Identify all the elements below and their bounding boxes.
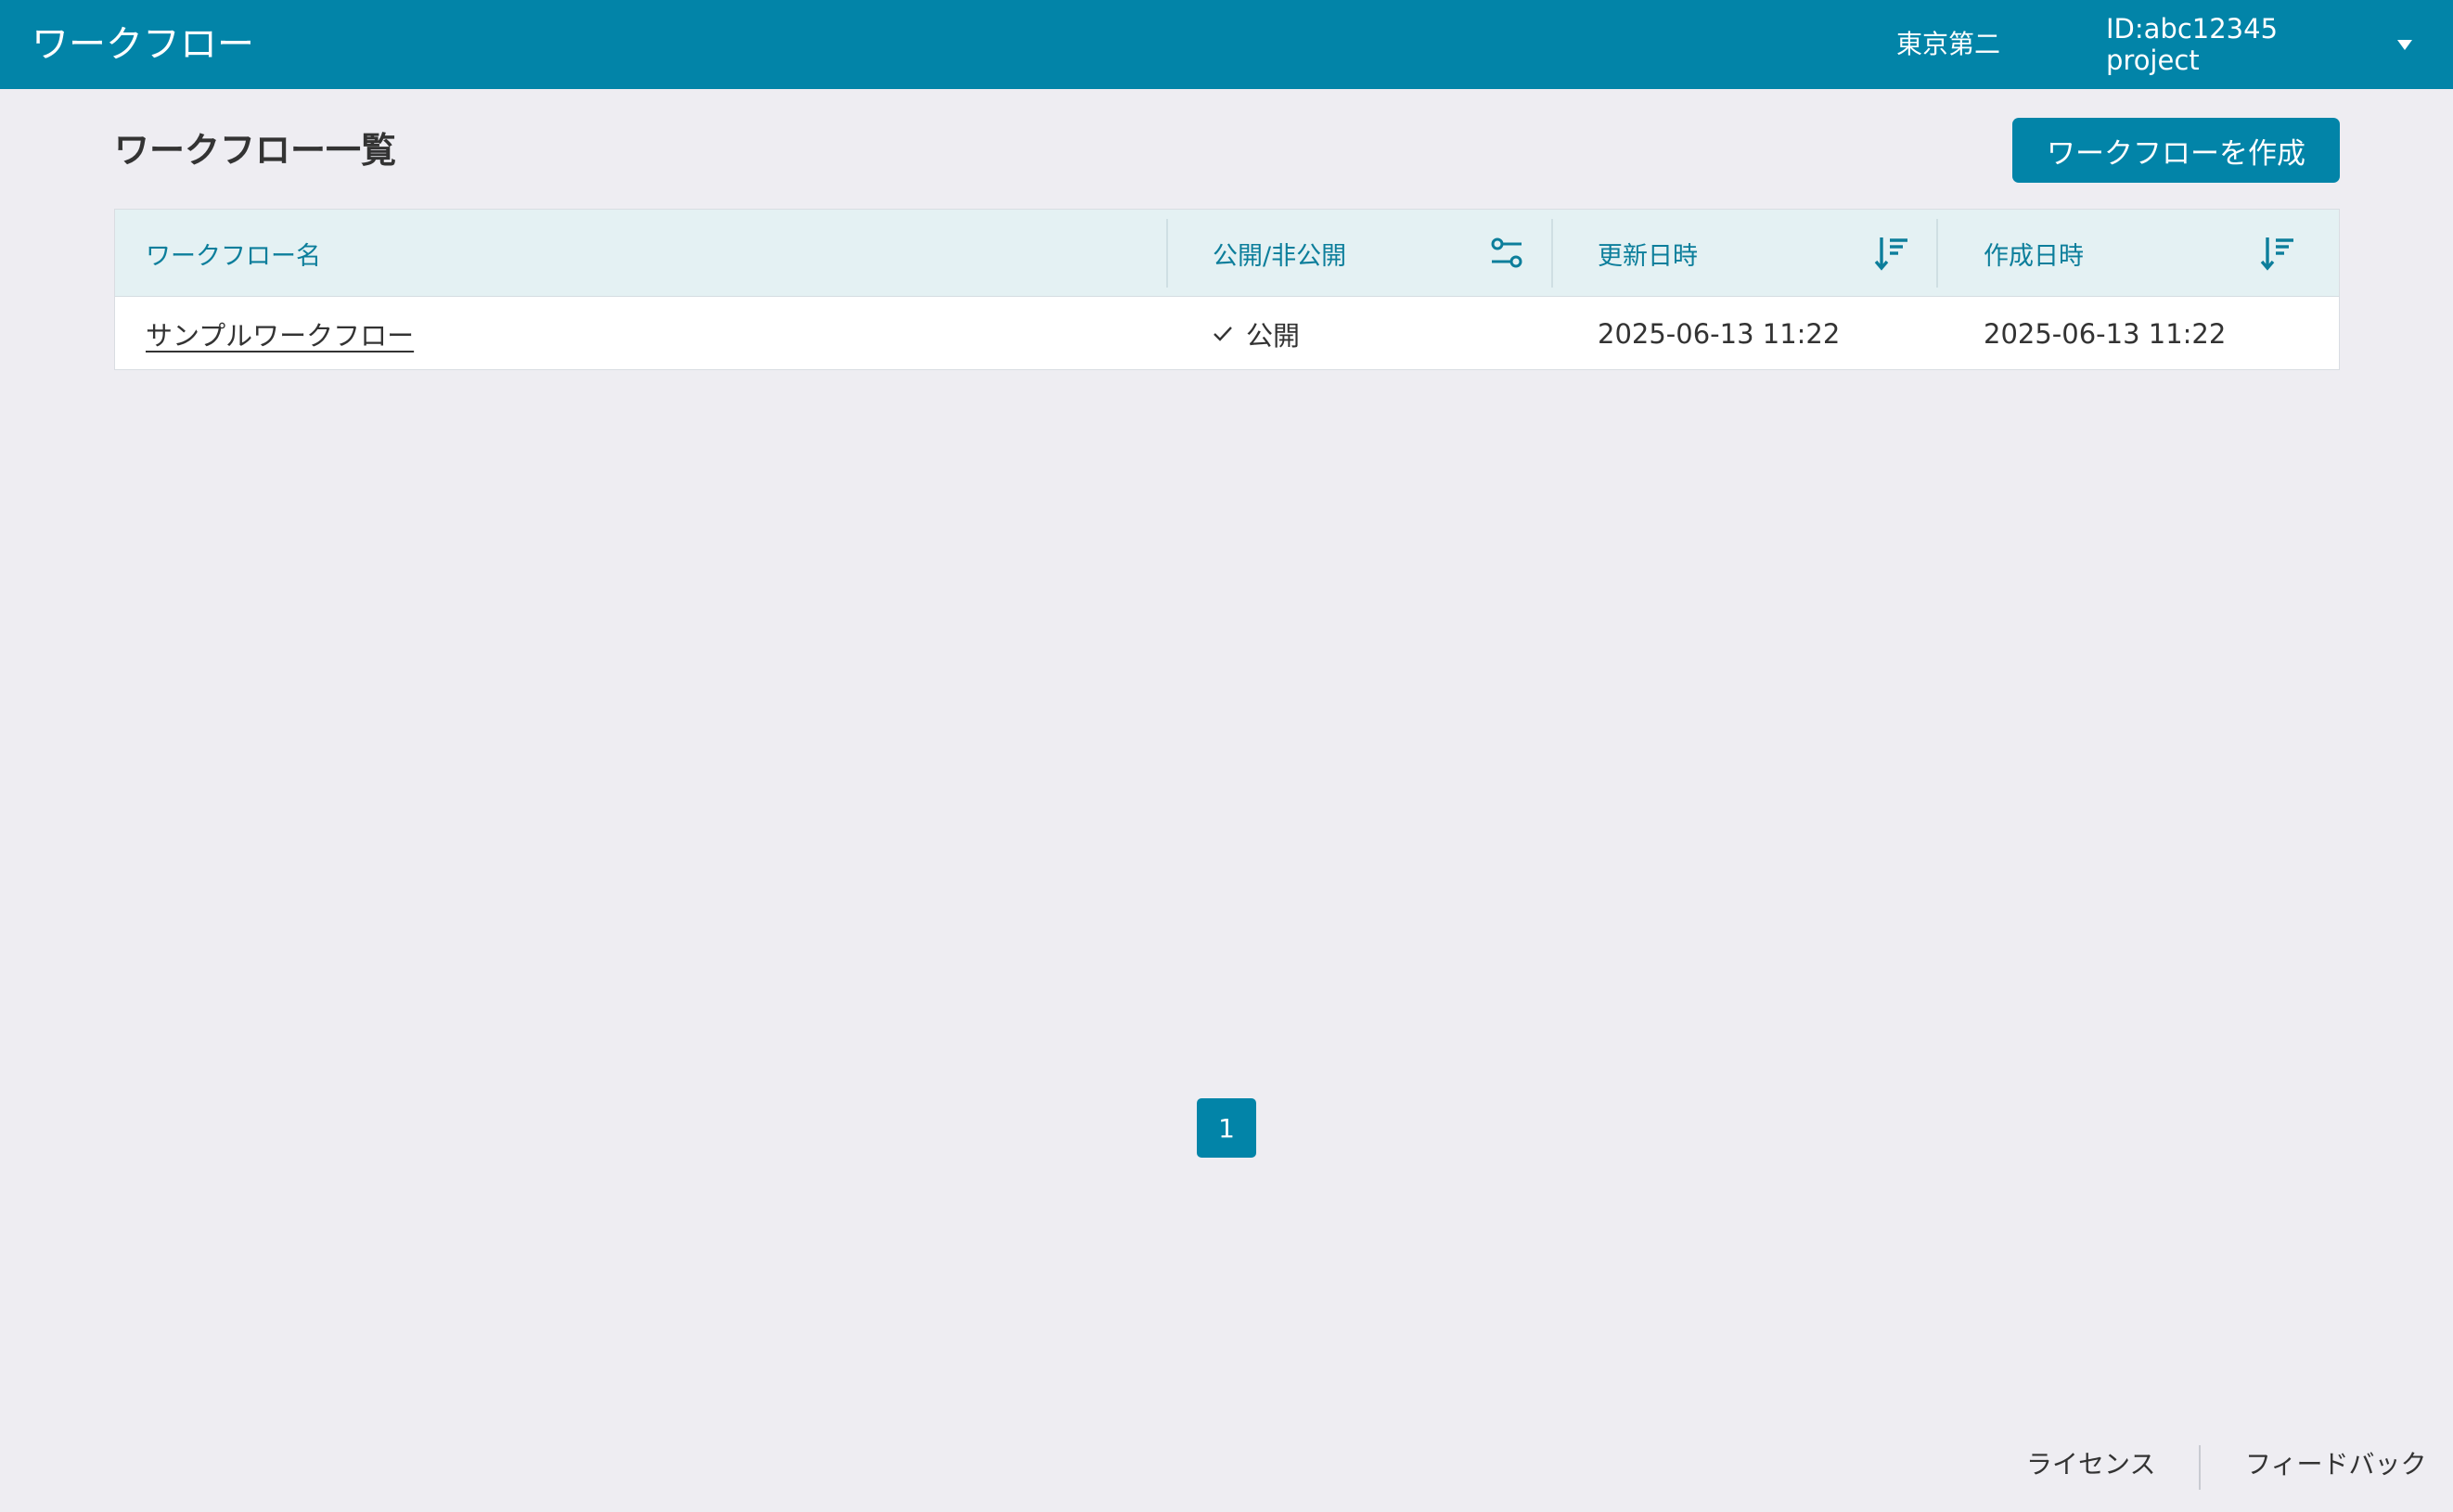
- visibility-value: 公開: [1246, 320, 1301, 352]
- column-divider: [1936, 219, 1938, 288]
- caret-down-icon: [2397, 39, 2412, 50]
- filter-icon[interactable]: [1488, 234, 1525, 273]
- feedback-link[interactable]: フィードバック: [2245, 1442, 2426, 1487]
- visibility-cell: 公開: [1213, 297, 1300, 371]
- workflow-name-cell: サンプルワークフロー: [146, 297, 414, 371]
- license-link[interactable]: ライセンス: [2026, 1442, 2155, 1487]
- column-header-created-label: 作成日時: [1984, 241, 2084, 271]
- table-header-row: ワークフロー名 公開/非公開 更新日時 作成日時: [115, 210, 2339, 297]
- page-title: ワークフロー一覧: [114, 130, 397, 171]
- column-header-name-label: ワークフロー名: [146, 241, 321, 271]
- create-workflow-button[interactable]: ワークフローを作成: [2012, 118, 2340, 183]
- column-header-visibility-label: 公開/非公開: [1213, 241, 1347, 271]
- footer-divider: [2199, 1445, 2201, 1490]
- sort-descending-icon[interactable]: [1873, 234, 1910, 273]
- project-selector-label: ID:abc12345 project: [2106, 13, 2279, 76]
- top-bar: ワークフロー 東京第二 ID:abc12345 project: [0, 0, 2453, 89]
- table-row: サンプルワークフロー 公開 2025-06-13 11:22 2025-06-1…: [115, 297, 2339, 371]
- workflow-table: ワークフロー名 公開/非公開 更新日時 作成日時 サンプルワークフロー 公開 2…: [114, 209, 2340, 370]
- column-header-name: ワークフロー名: [146, 210, 1157, 297]
- column-header-visibility: 公開/非公開: [1213, 210, 1482, 297]
- column-divider: [1551, 219, 1553, 288]
- created-at-cell: 2025-06-13 11:22: [1984, 318, 2227, 350]
- org-name: 東京第二: [1896, 29, 2001, 59]
- column-header-created: 作成日時: [1984, 210, 2253, 297]
- column-divider: [1166, 219, 1168, 288]
- project-selector[interactable]: ID:abc12345 project: [2106, 0, 2412, 89]
- column-header-updated: 更新日時: [1598, 210, 1867, 297]
- pagination-page-button[interactable]: 1: [1197, 1098, 1256, 1158]
- column-header-updated-label: 更新日時: [1598, 241, 1698, 271]
- check-icon: [1214, 327, 1232, 341]
- app-title[interactable]: ワークフロー: [32, 0, 254, 89]
- sort-descending-icon[interactable]: [2259, 234, 2296, 273]
- updated-at-cell: 2025-06-13 11:22: [1598, 318, 1841, 350]
- workflow-name-link[interactable]: サンプルワークフロー: [146, 314, 414, 353]
